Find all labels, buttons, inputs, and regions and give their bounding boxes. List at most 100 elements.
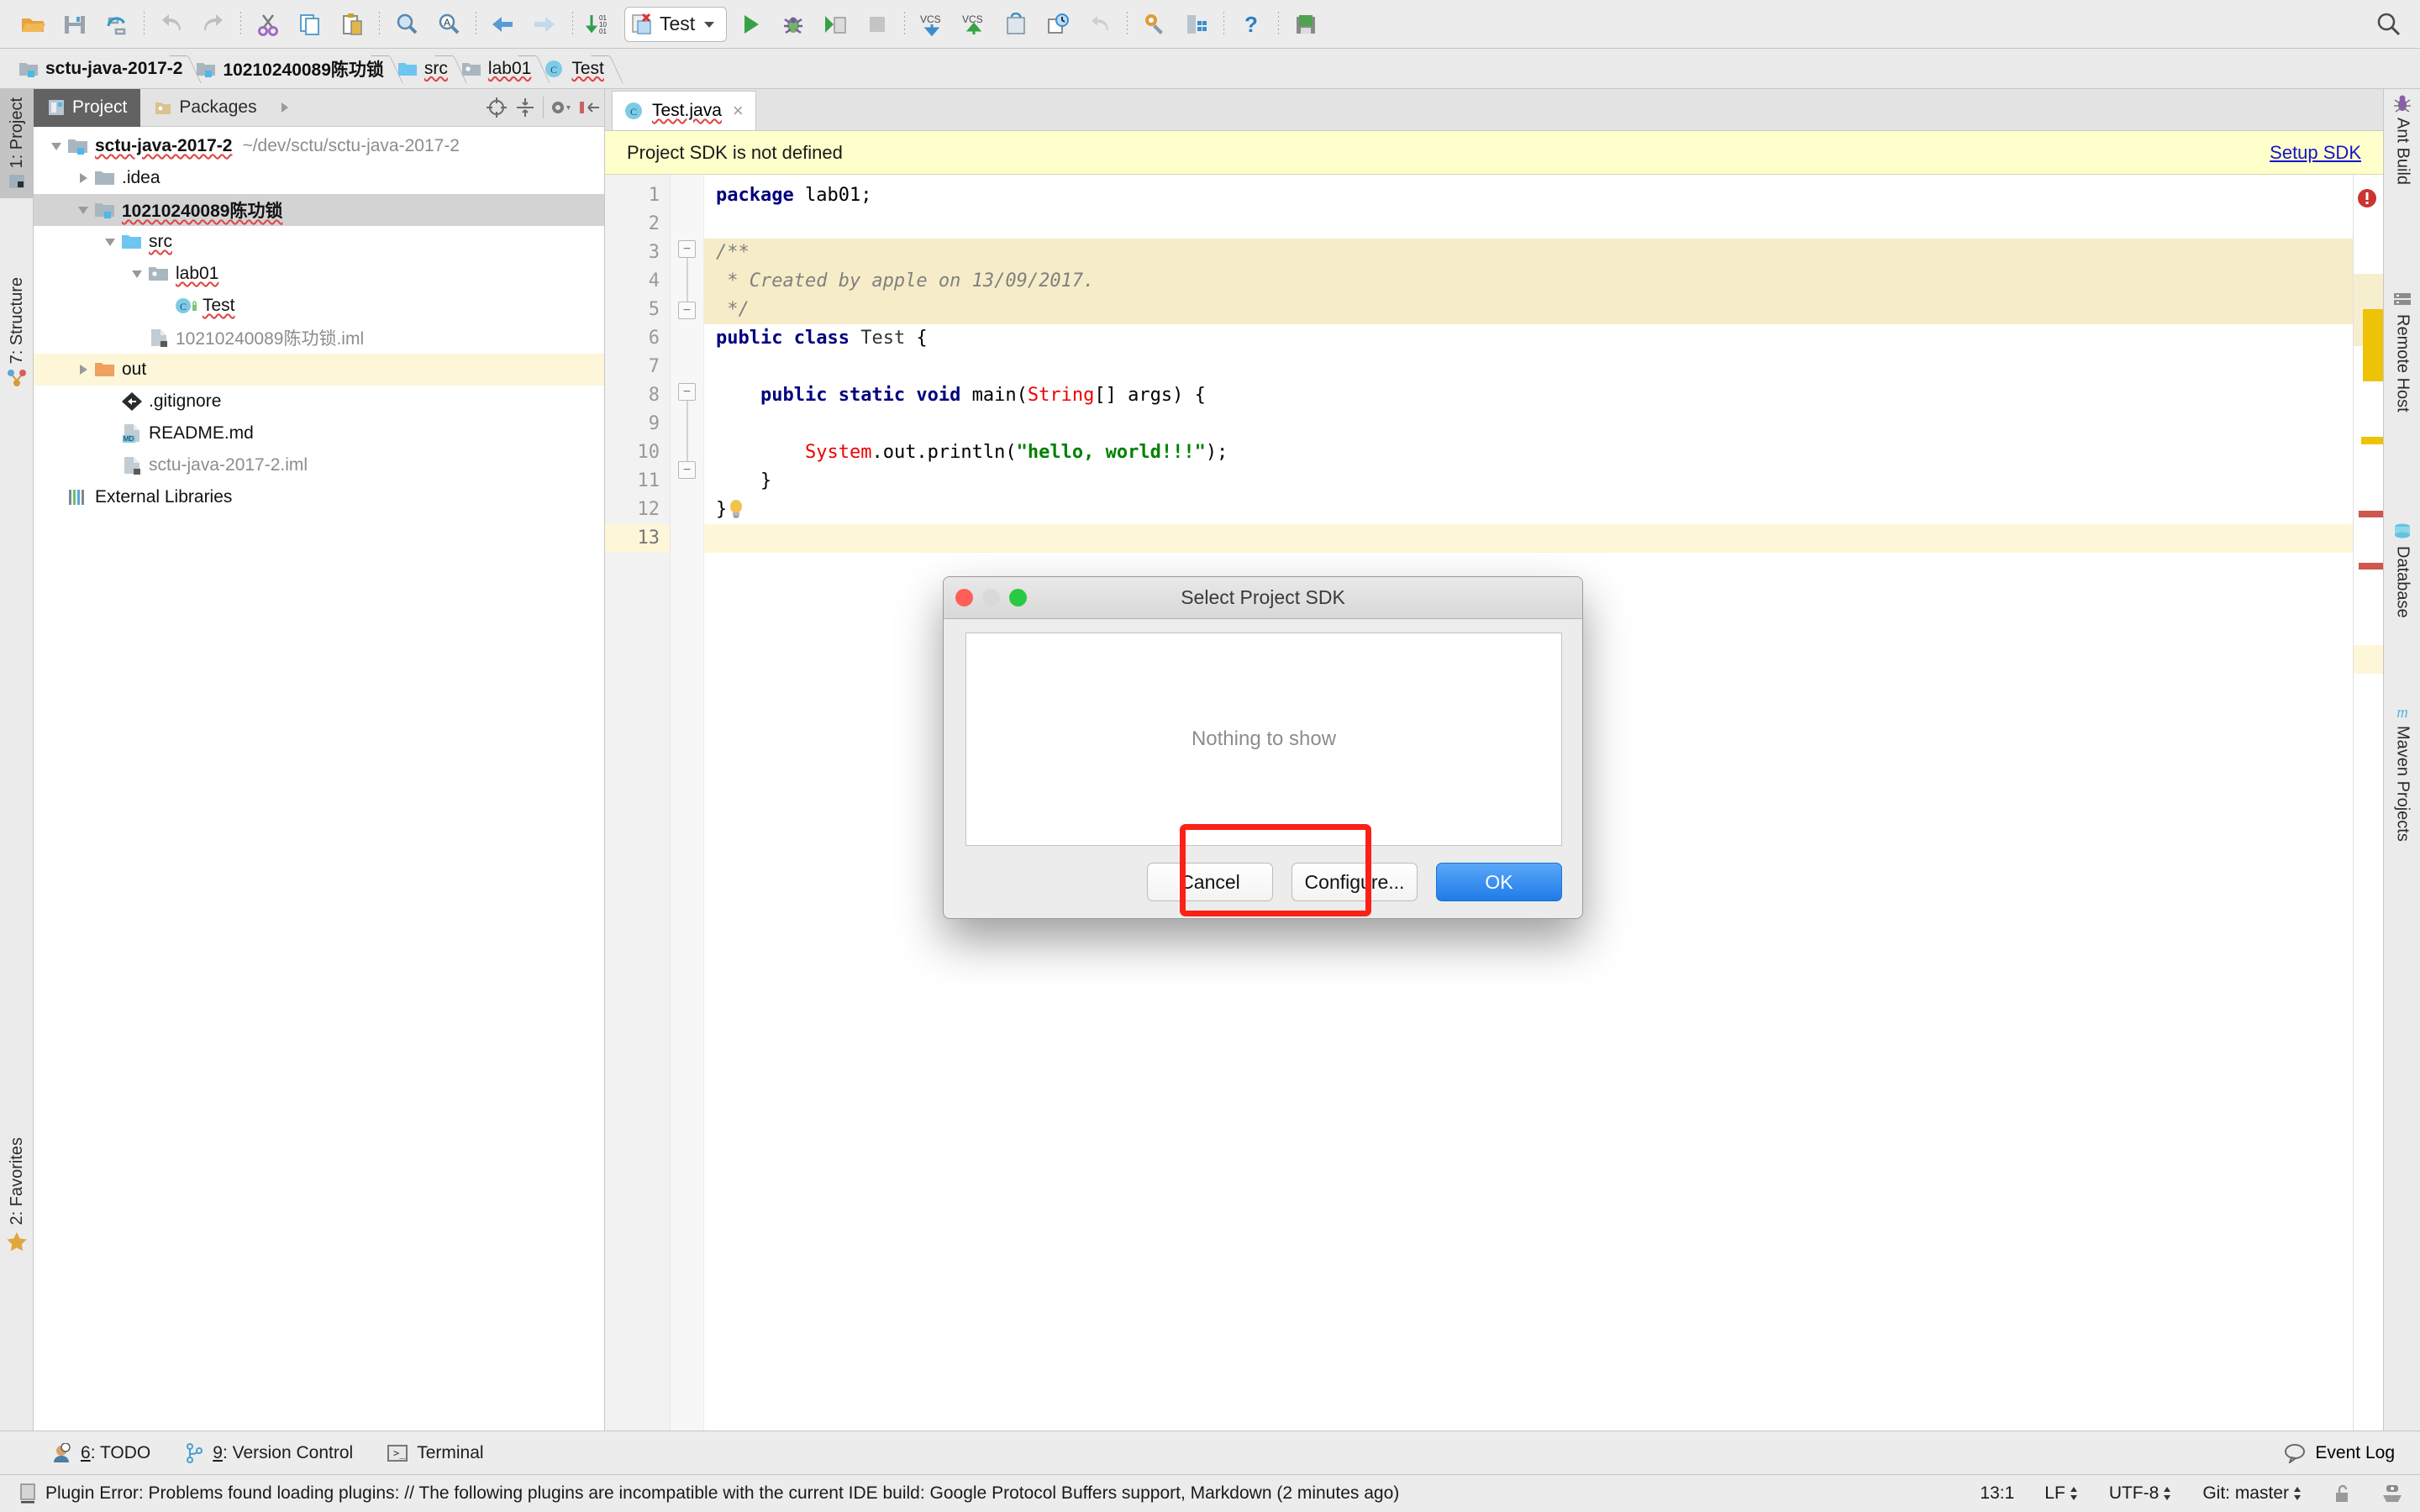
line-number[interactable]: 11 (605, 467, 670, 496)
sidebar-item-database[interactable]: Database (2384, 522, 2420, 618)
tree-node[interactable]: 10210240089陈功锁 (34, 194, 604, 226)
close-button[interactable] (955, 589, 973, 606)
run-coverage-icon[interactable] (814, 5, 856, 44)
tree-node[interactable]: 10210240089陈功锁.iml (34, 322, 604, 354)
error-marker-strip[interactable] (2353, 175, 2383, 1431)
code-line[interactable] (704, 410, 2353, 438)
cut-icon[interactable] (247, 5, 289, 44)
sidebar-item-project[interactable]: 1: Project (0, 89, 34, 199)
fold-marker[interactable]: − (678, 461, 696, 479)
project-tree[interactable]: sctu-java-2017-2 ~/dev/sctu/sctu-java-201… (34, 127, 604, 1431)
line-number[interactable]: 12 (605, 496, 670, 524)
fold-marker[interactable]: − (678, 383, 696, 401)
configure-button[interactable]: Configure... (1292, 863, 1418, 901)
sidebar-item-structure[interactable]: 7: Structure (0, 269, 34, 396)
line-separator[interactable]: LF (2044, 1483, 2079, 1504)
line-number[interactable]: 6 (605, 324, 670, 353)
run-icon[interactable] (730, 5, 772, 44)
copy-icon[interactable] (289, 5, 331, 44)
marker-error-stripe[interactable] (2359, 563, 2383, 570)
stop-icon[interactable] (856, 5, 898, 44)
fold-marker[interactable]: − (678, 240, 696, 258)
gear-icon[interactable] (547, 89, 576, 127)
breadcrumb-item-package[interactable]: lab01 (453, 49, 536, 89)
tree-node[interactable]: sctu-java-2017-2.iml (34, 449, 604, 481)
code-line[interactable]: } (704, 467, 2353, 496)
redo-icon[interactable] (192, 5, 234, 44)
code-folding-gutter[interactable]: − − − − (671, 175, 704, 1431)
tree-node[interactable]: .gitignore (34, 386, 604, 417)
collapse-all-icon[interactable] (511, 89, 539, 127)
status-message[interactable]: Plugin Error: Problems found loading plu… (45, 1483, 1399, 1504)
hide-icon[interactable] (576, 89, 604, 127)
line-number[interactable]: 13 (605, 524, 670, 553)
collapse-arrow-icon[interactable] (126, 270, 148, 278)
tool-button-terminal[interactable]: >_ Terminal (387, 1443, 484, 1463)
line-number[interactable]: 7 (605, 353, 670, 381)
tree-node[interactable]: .idea (34, 162, 604, 194)
editor-tab-test-java[interactable]: C Test.java × (612, 91, 756, 130)
project-structure-icon[interactable] (1176, 5, 1218, 44)
sdk-manager-icon[interactable] (1285, 5, 1327, 44)
caret-position[interactable]: 13:1 (1980, 1483, 2014, 1504)
code-line[interactable]: public static void main(String[] args) { (704, 381, 2353, 410)
code-line[interactable]: * Created by apple on 13/09/2017. (704, 267, 2353, 296)
line-number[interactable]: 1 (605, 181, 670, 210)
setup-sdk-link[interactable]: Setup SDK (2270, 142, 2361, 164)
expand-arrow-icon[interactable] (72, 365, 94, 375)
locate-icon[interactable] (482, 89, 511, 127)
tree-node[interactable]: MD README.md (34, 417, 604, 449)
settings-icon[interactable] (1134, 5, 1176, 44)
encoding[interactable]: UTF-8 (2109, 1483, 2173, 1504)
line-number[interactable]: 2 (605, 210, 670, 239)
line-number[interactable]: 9 (605, 410, 670, 438)
breadcrumb-item-class[interactable]: C Test (536, 49, 609, 89)
vcs-rollback-icon[interactable] (1079, 5, 1121, 44)
more-views-icon[interactable] (271, 89, 299, 127)
help-icon[interactable]: ? (1230, 5, 1272, 44)
sidebar-item-ant-build[interactable]: Ant Build (2384, 94, 2420, 185)
tree-node[interactable]: C Test (34, 290, 604, 322)
tool-button-version-control[interactable]: 9: Version Control (184, 1442, 353, 1463)
tree-node[interactable]: External Libraries (34, 481, 604, 513)
line-number[interactable]: 8 (605, 381, 670, 410)
code-line[interactable]: System.out.println("hello, world!!!"); (704, 438, 2353, 467)
code-line[interactable] (704, 524, 2353, 553)
minimize-button[interactable] (982, 589, 1000, 606)
back-arrow-icon[interactable] (482, 5, 524, 44)
paste-icon[interactable] (331, 5, 373, 44)
tab-project[interactable]: Project (34, 88, 141, 127)
code-line[interactable] (704, 353, 2353, 381)
sidebar-item-favorites[interactable]: 2: Favorites (0, 1129, 34, 1260)
collapse-arrow-icon[interactable] (99, 238, 121, 246)
git-branch[interactable]: Git: master (2202, 1483, 2302, 1504)
expand-arrow-icon[interactable] (72, 173, 94, 183)
maximize-button[interactable] (1009, 589, 1027, 606)
code-line[interactable] (704, 210, 2353, 239)
hector-icon[interactable] (2381, 1483, 2403, 1504)
run-configuration-selector[interactable]: Test (624, 6, 728, 42)
search-everywhere-icon[interactable] (2376, 12, 2402, 41)
vcs-commit-icon[interactable]: VCS (953, 5, 995, 44)
collapse-arrow-icon[interactable] (45, 142, 67, 150)
save-all-icon[interactable] (54, 5, 96, 44)
open-folder-icon[interactable] (12, 5, 54, 44)
undo-icon[interactable] (150, 5, 192, 44)
sdk-list[interactable]: Nothing to show (965, 633, 1562, 846)
chevron-down-icon[interactable] (702, 19, 716, 29)
tree-node[interactable]: lab01 (34, 258, 604, 290)
tree-node[interactable]: src (34, 226, 604, 258)
line-number[interactable]: 4 (605, 267, 670, 296)
tab-packages[interactable]: Packages (140, 89, 270, 127)
breadcrumb-item-src[interactable]: src (389, 49, 453, 89)
code-line[interactable]: } (704, 496, 2353, 524)
marker-error-badge[interactable] (2355, 186, 2379, 214)
tree-node[interactable]: sctu-java-2017-2 ~/dev/sctu/sctu-java-201… (34, 130, 604, 162)
sidebar-item-remote-host[interactable]: Remote Host (2384, 291, 2420, 412)
code-line[interactable]: package lab01; (704, 181, 2353, 210)
marker-caret-stripe[interactable] (2354, 645, 2383, 674)
breadcrumb-item-module[interactable]: 10210240089陈功锁 (187, 49, 388, 89)
vcs-history-icon[interactable] (1037, 5, 1079, 44)
tool-button-todo[interactable]: 6: TODO (50, 1441, 150, 1463)
compile-icon[interactable]: 01 10 01 (579, 5, 621, 44)
